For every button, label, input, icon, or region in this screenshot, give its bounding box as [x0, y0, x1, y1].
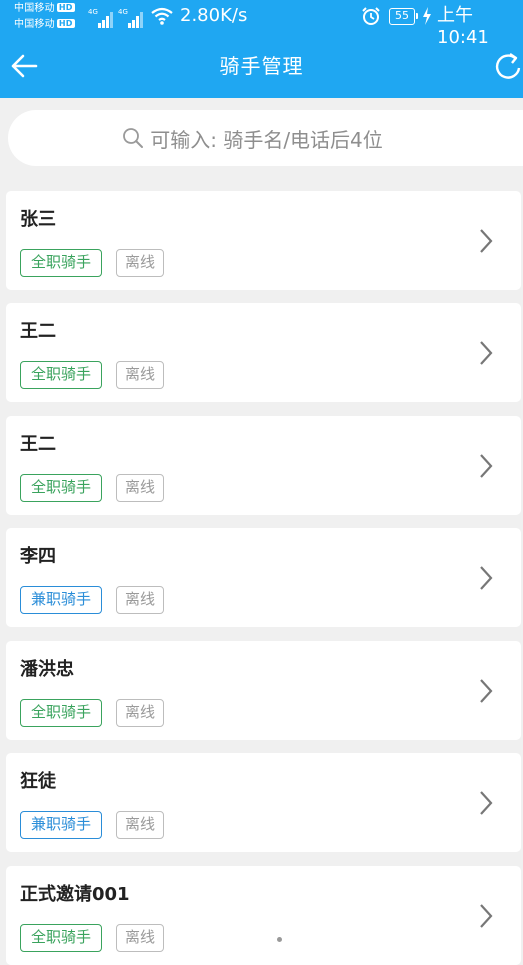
rider-name: 张三	[20, 209, 56, 230]
rider-name: 正式邀请001	[20, 884, 130, 905]
chevron-right-icon	[480, 454, 493, 478]
status-tag: 离线	[116, 586, 164, 614]
role-tag: 全职骑手	[20, 924, 102, 952]
role-tag: 全职骑手	[20, 361, 102, 389]
home-indicator	[277, 937, 282, 942]
rider-card[interactable]: 张三 全职骑手 离线	[6, 191, 521, 290]
chevron-right-icon	[480, 791, 493, 815]
role-tag: 全职骑手	[20, 699, 102, 727]
rider-card[interactable]: 潘洪忠 全职骑手 离线	[6, 641, 521, 740]
rider-card[interactable]: 正式邀请001 全职骑手 离线	[6, 866, 521, 965]
status-tag: 离线	[116, 924, 164, 952]
role-tag: 兼职骑手	[20, 811, 102, 839]
rider-name: 王二	[20, 434, 56, 455]
rider-list: 张三 全职骑手 离线 王二 全职骑手 离线 王二 全职骑手 离线 李四 兼职骑手…	[0, 0, 523, 965]
chevron-right-icon	[480, 566, 493, 590]
chevron-right-icon	[480, 679, 493, 703]
status-tag: 离线	[116, 811, 164, 839]
rider-card[interactable]: 狂徒 兼职骑手 离线	[6, 753, 521, 852]
role-tag: 兼职骑手	[20, 586, 102, 614]
rider-name: 李四	[20, 546, 56, 567]
rider-name: 狂徒	[20, 771, 56, 792]
status-tag: 离线	[116, 249, 164, 277]
status-tag: 离线	[116, 699, 164, 727]
rider-name: 潘洪忠	[20, 659, 74, 680]
role-tag: 全职骑手	[20, 474, 102, 502]
status-tag: 离线	[116, 474, 164, 502]
chevron-right-icon	[480, 904, 493, 928]
rider-card[interactable]: 王二 全职骑手 离线	[6, 303, 521, 402]
rider-card[interactable]: 王二 全职骑手 离线	[6, 416, 521, 515]
status-tag: 离线	[116, 361, 164, 389]
role-tag: 全职骑手	[20, 249, 102, 277]
chevron-right-icon	[480, 341, 493, 365]
rider-card[interactable]: 李四 兼职骑手 离线	[6, 528, 521, 627]
chevron-right-icon	[480, 229, 493, 253]
rider-name: 王二	[20, 321, 56, 342]
